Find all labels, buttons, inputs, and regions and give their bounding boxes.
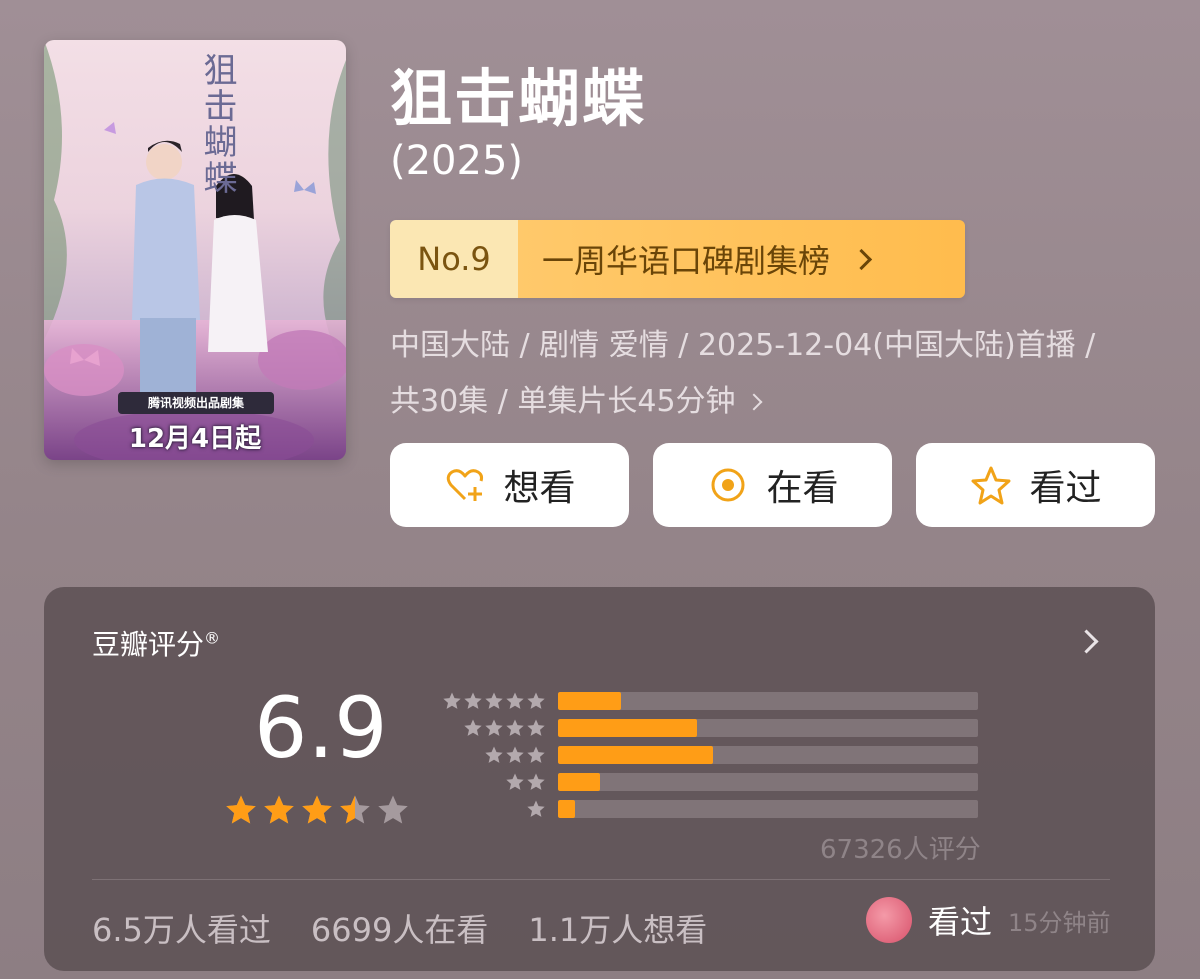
chevron-right-icon <box>745 393 763 411</box>
meta-line-2-wrap: 共30集 / 单集片长45分钟 <box>390 374 1170 430</box>
divider <box>92 879 1110 880</box>
rank-label-wrap: 一周华语口碑剧集榜 <box>518 220 965 298</box>
wish-count[interactable]: 1.1万人想看 <box>528 905 707 951</box>
heart-plus-icon <box>447 469 484 501</box>
rating-score: 6.9 <box>254 679 388 777</box>
rank-label: 一周华语口碑剧集榜 <box>542 242 831 280</box>
rating-bar-fill <box>558 691 621 710</box>
registered-mark: ® <box>204 628 221 648</box>
rating-bar-fill <box>558 718 697 737</box>
meta-line-2: 共30集 / 单集片长45分钟 <box>390 384 736 419</box>
rating-detail-chevron[interactable] <box>1074 629 1099 654</box>
watching-count[interactable]: 6699人在看 <box>311 905 488 951</box>
star-icon <box>527 719 545 736</box>
rating-bar-fill <box>558 799 575 818</box>
rating-distribution-row <box>436 741 978 768</box>
watching-label: 在看 <box>766 468 839 509</box>
rating-title: 豆瓣评分 <box>92 628 205 661</box>
star-icon <box>485 719 503 736</box>
rating-card-title: 豆瓣评分® <box>92 623 220 663</box>
chevron-right-icon <box>1074 629 1099 654</box>
friend-time: 15分钟前 <box>1008 908 1111 937</box>
rating-distribution-row <box>436 768 978 795</box>
watching-button[interactable]: 在看 <box>653 443 892 527</box>
star-icon <box>378 795 408 824</box>
want-to-watch-button[interactable]: 想看 <box>390 443 629 527</box>
watched-label: 看过 <box>1029 468 1102 509</box>
poster-image[interactable]: 狙击蝴蝶 腾讯视频出品剧集 12月4日起 <box>44 40 346 460</box>
star-icon <box>464 719 482 736</box>
star-outline-icon <box>971 466 1011 505</box>
watched-button[interactable]: 看过 <box>916 443 1155 527</box>
rating-bar-fill <box>558 772 600 791</box>
star-icon <box>527 800 545 817</box>
rating-count: 67326人评分 <box>820 835 981 865</box>
star-icon <box>340 795 370 824</box>
star-icon <box>506 692 524 709</box>
star-icon <box>485 692 503 709</box>
score-stars <box>224 793 410 827</box>
rank-badge-button[interactable]: No.9 一周华语口碑剧集榜 <box>390 220 965 298</box>
star-icon <box>527 773 545 790</box>
meta-line-1: 中国大陆 / 剧情 爱情 / 2025-12-04(中国大陆)首播 / <box>390 328 1096 363</box>
row-stars <box>436 745 546 765</box>
rating-distribution-row <box>436 687 978 714</box>
row-stars <box>436 691 546 711</box>
rating-bar <box>558 799 978 818</box>
row-stars <box>436 772 546 792</box>
star-icon <box>226 795 256 824</box>
rating-bar <box>558 691 978 710</box>
rating-bar <box>558 718 978 737</box>
rating-bar-fill <box>558 745 714 764</box>
poster-badge: 腾讯视频出品剧集 <box>118 392 274 414</box>
rating-bar <box>558 745 978 764</box>
audience-stats: 6.5万人看过 6699人在看 1.1万人想看 <box>92 905 707 951</box>
show-meta[interactable]: 中国大陆 / 剧情 爱情 / 2025-12-04(中国大陆)首播 / 共30集… <box>390 318 1170 430</box>
avatar <box>866 897 912 943</box>
action-buttons: 想看 在看 看过 <box>390 443 1155 527</box>
star-icon <box>506 773 524 790</box>
star-icon <box>506 746 524 763</box>
star-icon <box>527 746 545 763</box>
want-to-watch-label: 想看 <box>503 468 576 509</box>
friend-action: 看过 <box>928 903 993 941</box>
show-title: 狙击蝴蝶 <box>390 62 647 135</box>
star-icon <box>302 795 332 824</box>
rating-card[interactable]: 豆瓣评分® 6.9 67326人评分 6.5万人看过 6699人在看 1.1万人… <box>44 587 1155 971</box>
rank-number: No.9 <box>390 220 518 298</box>
star-icon <box>527 692 545 709</box>
poster-release-date: 12月4日起 <box>128 424 262 454</box>
star-icon <box>485 746 503 763</box>
rating-distribution <box>436 687 978 822</box>
star-icon <box>264 795 294 824</box>
watched-count[interactable]: 6.5万人看过 <box>92 905 271 951</box>
row-stars <box>436 799 546 819</box>
star-icon <box>464 692 482 709</box>
poster-title-art: 狙击蝴蝶 <box>197 52 237 196</box>
row-stars <box>436 718 546 738</box>
star-icon <box>443 692 461 709</box>
rating-distribution-row <box>436 714 978 741</box>
show-year: (2025) <box>390 138 524 184</box>
star-icon <box>506 719 524 736</box>
friend-activity[interactable]: 看过 15分钟前 <box>866 897 1111 943</box>
target-icon <box>711 468 745 502</box>
rating-bar <box>558 772 978 791</box>
chevron-right-icon <box>850 248 873 270</box>
rating-distribution-row <box>436 795 978 822</box>
